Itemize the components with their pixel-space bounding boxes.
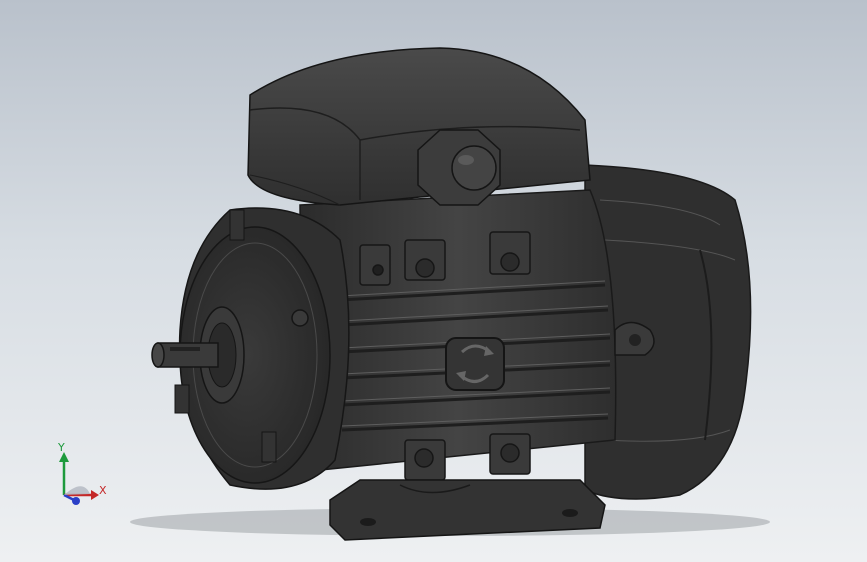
y-axis-label: Y bbox=[58, 441, 65, 454]
terminal-box bbox=[247, 47, 591, 206]
cable-gland bbox=[417, 129, 501, 206]
cad-viewport[interactable]: Y X bbox=[0, 0, 867, 562]
motor-shaft bbox=[151, 342, 219, 368]
rotation-arrow-plate bbox=[445, 337, 505, 391]
electric-motor-model[interactable] bbox=[0, 0, 867, 562]
motor-body bbox=[299, 189, 655, 481]
x-axis-label: X bbox=[99, 484, 107, 497]
